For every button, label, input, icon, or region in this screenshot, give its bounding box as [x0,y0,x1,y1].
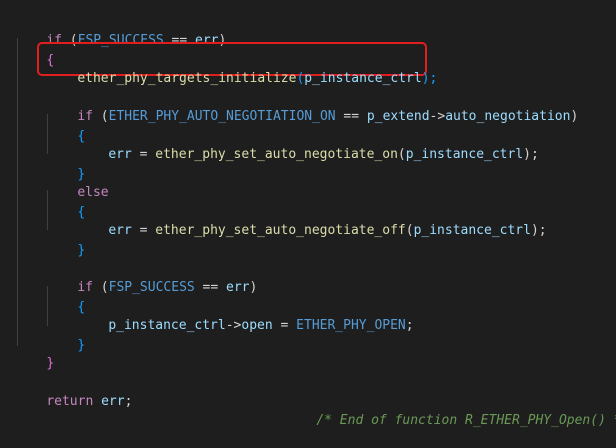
paren-open: ( [92,280,109,295]
semicolon: ; [405,318,414,333]
operator-assign: = [131,223,156,238]
operator-assign: = [131,147,156,162]
code-line-16[interactable]: } [15,337,54,371]
macro-auto-negotiation-on: ETHER_PHY_AUTO_NEGOTIATION_ON [108,109,336,124]
operator-arrow: -> [429,109,446,124]
member-auto-negotiation: auto_negotiation [445,109,571,124]
paren-open: ( [397,147,406,162]
paren-open: ( [405,223,414,238]
operator-equals: == [335,109,367,124]
semicolon: ; [124,394,133,409]
code-editor[interactable]: if (FSP_SUCCESS == err) { ether_phy_targ… [0,0,616,428]
code-line-7[interactable]: } [46,148,85,182]
code-line-14[interactable]: p_instance_ctrl->open = ETHER_PHY_OPEN; [77,299,413,333]
keyword-return: return [46,394,94,409]
code-line-9[interactable]: { [46,186,85,220]
code-line-12[interactable]: if (FSP_SUCCESS == err) [46,261,257,295]
variable-err: err [93,394,125,409]
paren-close-semicolon: ); [421,71,438,86]
operator-arrow: -> [225,318,242,333]
code-line-4[interactable]: if (ETHER_PHY_AUTO_NEGOTIATION_ON == p_e… [46,90,578,124]
variable-err: err [108,147,132,162]
comment-end-of-function: /* End of function R_ETHER_PHY_Open() */ [316,413,616,428]
paren-close-semicolon: ); [530,223,547,238]
paren-close: ) [570,109,579,124]
operator-assign: = [272,318,297,333]
member-open: open [241,318,273,333]
code-line-18[interactable]: /* End of function R_ETHER_PHY_Open() */ [285,394,616,428]
brace-close: } [46,356,55,371]
code-line-1[interactable]: if (FSP_SUCCESS == err) [15,14,226,48]
operator-equals: == [194,280,227,295]
variable-err: err [226,280,250,295]
code-line-6[interactable]: err = ether_phy_set_auto_negotiate_on(p_… [77,128,539,162]
macro-fsp-success: FSP_SUCCESS [108,280,195,295]
function-ether-phy-targets-initialize: ether_phy_targets_initialize [77,71,297,86]
code-line-15[interactable]: } [46,319,85,353]
variable-p-instance-ctrl: p_instance_ctrl [304,71,422,86]
code-line-13[interactable]: { [46,281,85,315]
function-set-auto-negotiate-off: ether_phy_set_auto_negotiate_off [155,223,406,238]
code-line-8[interactable]: else [46,166,108,200]
variable-p-extend: p_extend [366,109,430,124]
paren-open: ( [92,109,109,124]
paren-close-semicolon: ); [523,147,539,162]
function-set-auto-negotiate-on: ether_phy_set_auto_negotiate_on [155,147,398,162]
code-line-5[interactable]: { [46,110,85,144]
variable-p-instance-ctrl: p_instance_ctrl [108,318,226,333]
brace-close: } [77,243,86,258]
argument-p-instance-ctrl: p_instance_ctrl [413,223,531,238]
variable-err: err [108,223,132,238]
code-line-3[interactable]: ether_phy_targets_initialize(p_instance_… [46,52,437,86]
brace-close: } [77,338,86,353]
macro-ether-phy-open: ETHER_PHY_OPEN [296,318,406,333]
code-line-10[interactable]: err = ether_phy_set_auto_negotiate_off(p… [77,204,546,238]
paren-close: ) [249,280,258,295]
argument-p-instance-ctrl: p_instance_ctrl [405,147,524,162]
code-line-11[interactable]: } [46,224,85,258]
code-line-17[interactable]: return err; [15,375,132,409]
